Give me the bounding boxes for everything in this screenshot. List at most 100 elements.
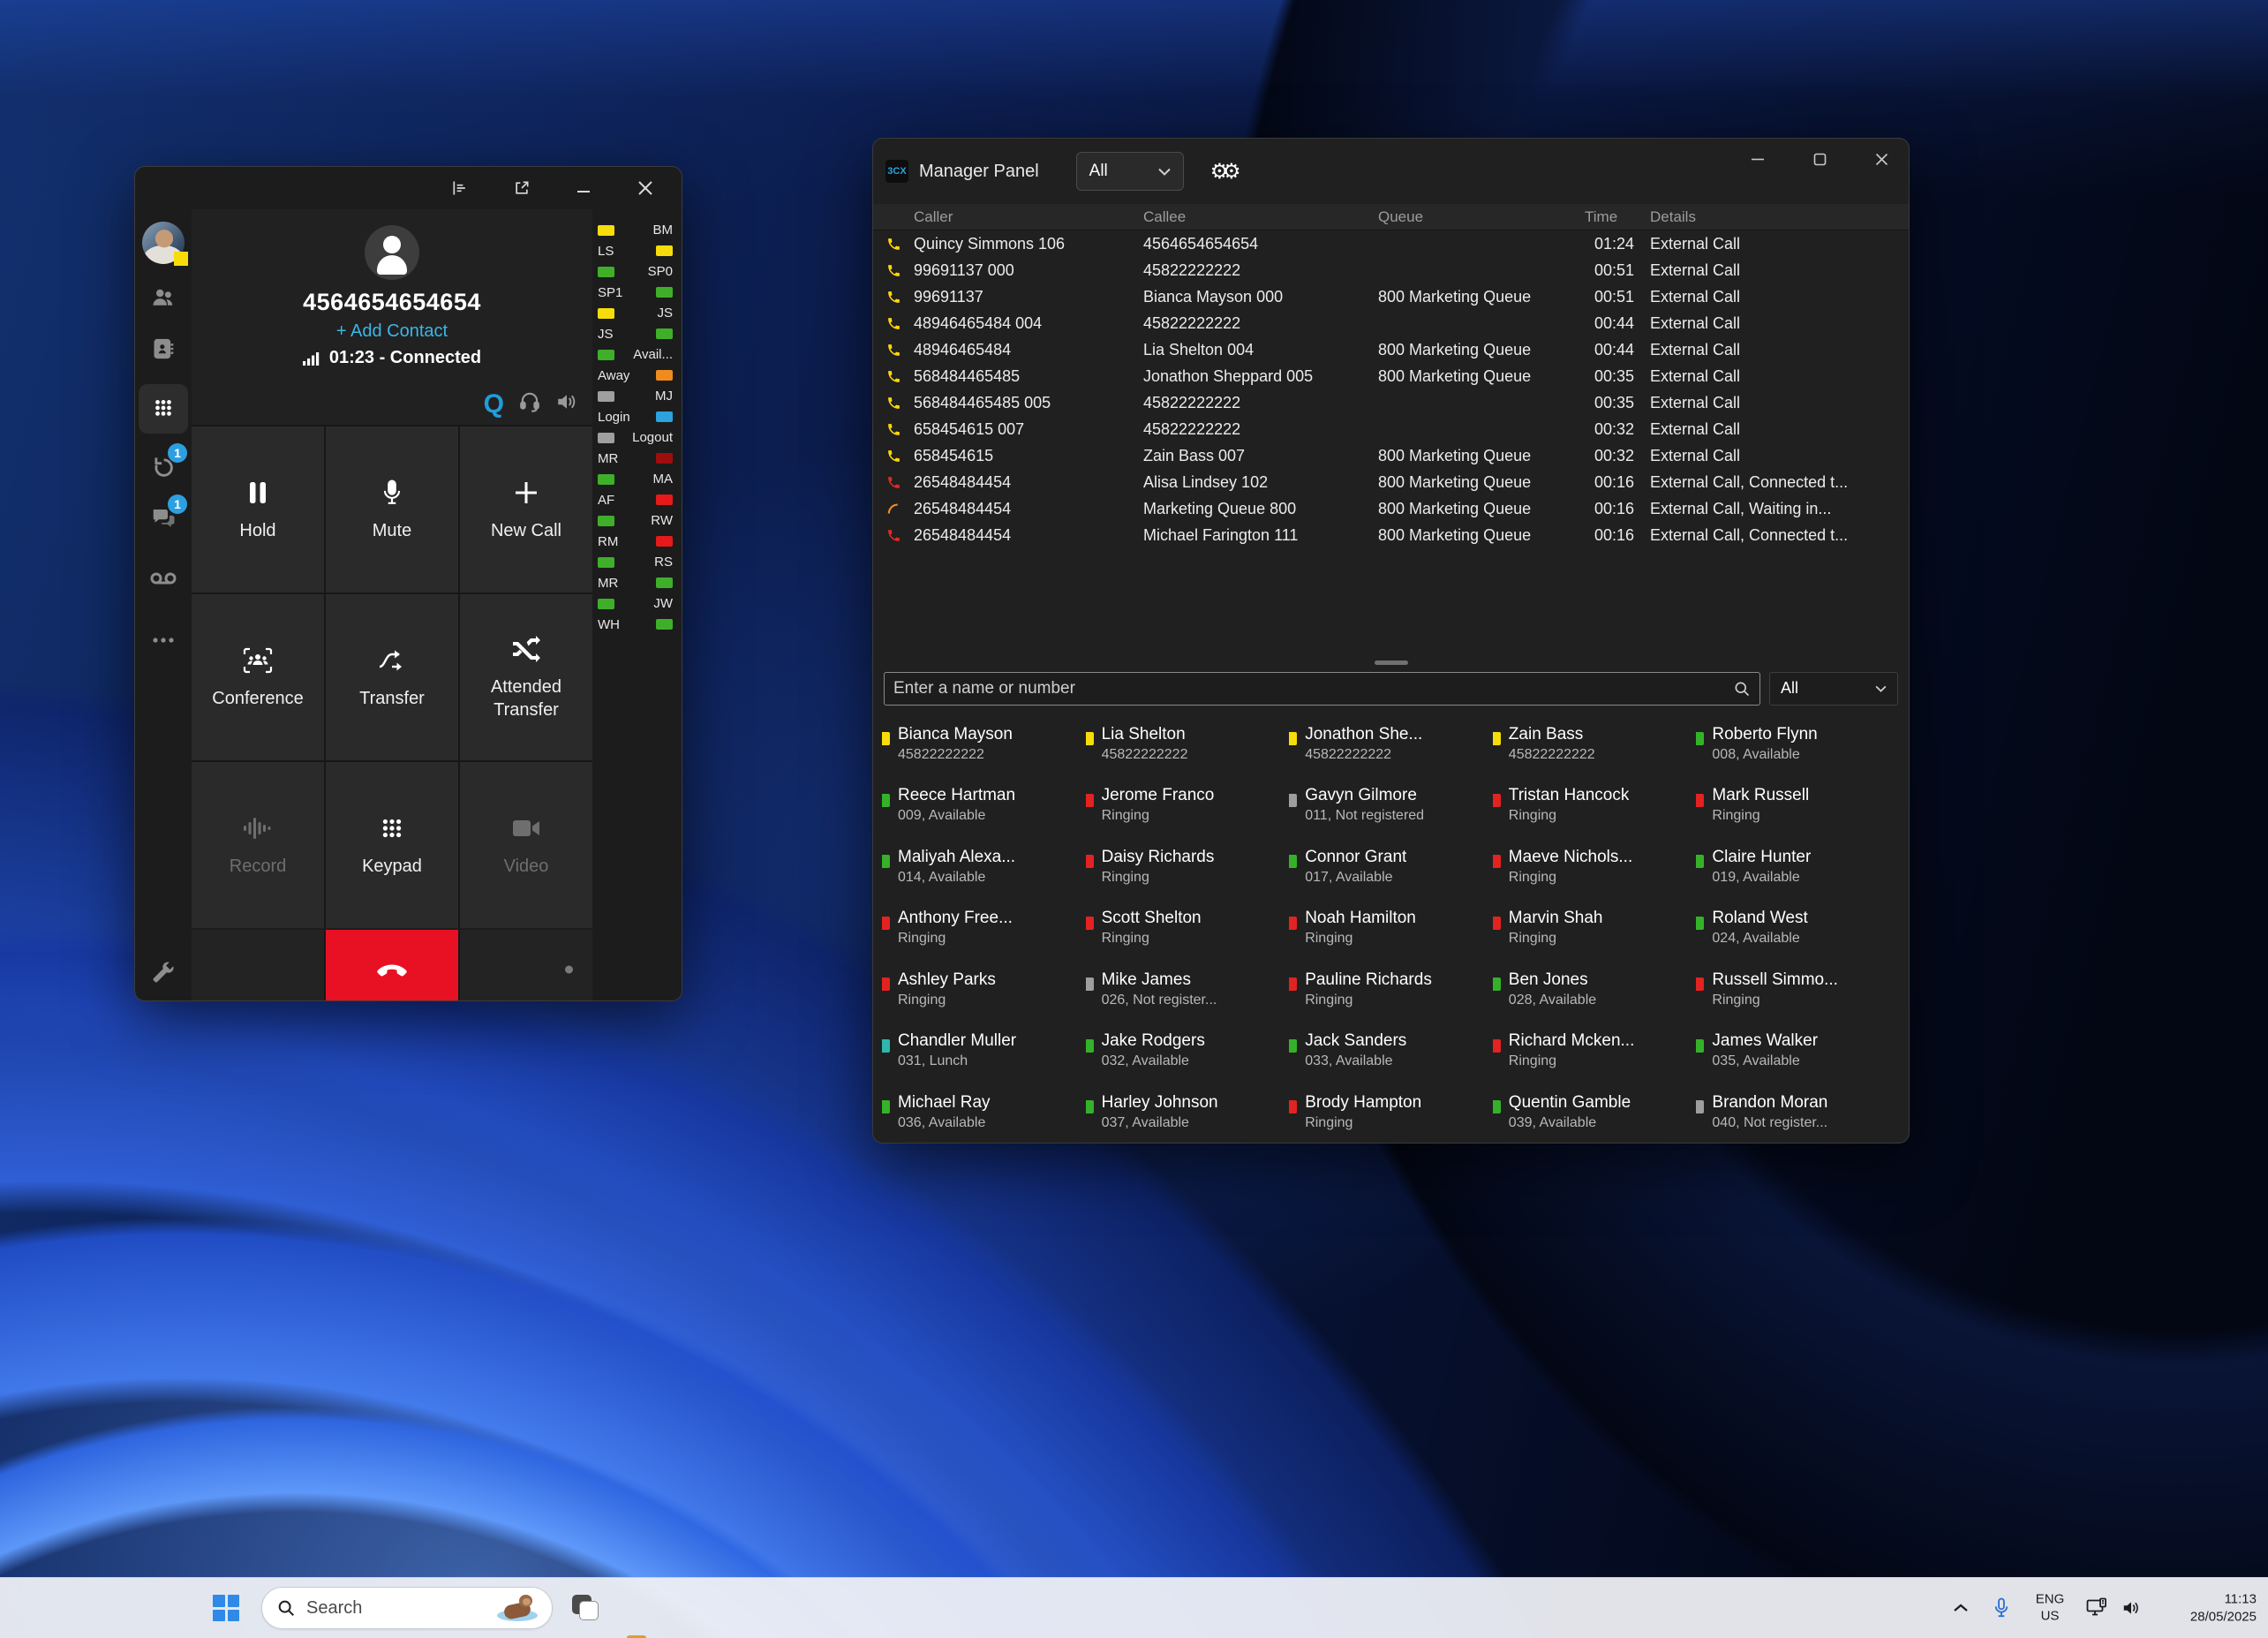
call-row[interactable]: 99691137 000 45822222222 00:51 External …	[873, 257, 1909, 283]
close-button[interactable]	[1870, 147, 1893, 170]
contact-card[interactable]: Roland West 024, Available	[1696, 897, 1900, 959]
video-button[interactable]: Video	[460, 762, 592, 928]
contact-card[interactable]: Ben Jones 028, Available	[1493, 959, 1697, 1021]
contact-card[interactable]: Claire Hunter 019, Available	[1696, 836, 1900, 898]
contact-card[interactable]: Jake Rodgers 032, Available	[1086, 1020, 1290, 1082]
contact-card[interactable]: Bianca Mayson 45822222222	[882, 713, 1086, 775]
contact-card[interactable]: Reece Hartman 009, Available	[882, 774, 1086, 836]
contact-card[interactable]: Quentin Gamble 039, Available	[1493, 1082, 1697, 1144]
contact-search-input[interactable]	[893, 679, 1733, 698]
contact-card[interactable]: James Walker 035, Available	[1696, 1020, 1900, 1082]
call-row[interactable]: 658454615 007 45822222222 00:32 External…	[873, 416, 1909, 442]
maximize-button[interactable]	[1808, 147, 1831, 170]
blf-entry[interactable]: Avail...	[598, 344, 673, 366]
contact-card[interactable]: Roberto Flynn 008, Available	[1696, 713, 1900, 775]
sidebar-item-more[interactable]	[146, 623, 181, 658]
calls-filter-dropdown[interactable]: All	[1076, 152, 1184, 191]
close-button[interactable]	[636, 178, 655, 198]
blf-entry[interactable]: RW	[598, 510, 673, 532]
call-row[interactable]: 26548484454 Marketing Queue 800 800 Mark…	[873, 495, 1909, 522]
blf-entry[interactable]: JW	[598, 593, 673, 615]
blf-entry[interactable]: Login	[598, 407, 673, 428]
contact-card[interactable]: Daisy Richards Ringing	[1086, 836, 1290, 898]
popout-icon[interactable]	[512, 178, 531, 198]
contact-card[interactable]: Tristan Hancock Ringing	[1493, 774, 1697, 836]
contact-card[interactable]: Richard Mcken... Ringing	[1493, 1020, 1697, 1082]
col-callee[interactable]: Callee	[1143, 208, 1378, 226]
contact-card[interactable]: Maliyah Alexa... 014, Available	[882, 836, 1086, 898]
blf-entry[interactable]: MR	[598, 449, 673, 470]
call-row[interactable]: 99691137 Bianca Mayson 000 800 Marketing…	[873, 283, 1909, 310]
contact-card[interactable]: Mark Russell Ringing	[1696, 774, 1900, 836]
attended-transfer-button[interactable]: Attended Transfer	[460, 594, 592, 760]
blf-entry[interactable]: Logout	[598, 427, 673, 449]
blf-entry[interactable]: BM	[598, 220, 673, 241]
contact-card[interactable]: Lia Shelton 45822222222	[1086, 713, 1290, 775]
contact-card[interactable]: Brandon Moran 040, Not register...	[1696, 1082, 1900, 1144]
tray-clock[interactable]: 11:13 28/05/2025	[2154, 1591, 2257, 1626]
blf-entry[interactable]: MJ	[598, 386, 673, 407]
call-row[interactable]: 568484465485 005 45822222222 00:35 Exter…	[873, 389, 1909, 416]
contact-card[interactable]: Pauline Richards Ringing	[1289, 959, 1493, 1021]
call-row[interactable]: Quincy Simmons 106 4564654654654 01:24 E…	[873, 230, 1909, 257]
keypad-button[interactable]: Keypad	[326, 762, 458, 928]
contact-card[interactable]: Harley Johnson 037, Available	[1086, 1082, 1290, 1144]
user-avatar[interactable]	[142, 222, 185, 264]
start-button[interactable]	[207, 1589, 245, 1627]
minimize-button[interactable]	[574, 178, 593, 198]
blf-entry[interactable]: JS	[598, 303, 673, 324]
call-row[interactable]: 26548484454 Alisa Lindsey 102 800 Market…	[873, 469, 1909, 495]
blf-entry[interactable]: LS	[598, 241, 673, 262]
contact-card[interactable]: Jerome Franco Ringing	[1086, 774, 1290, 836]
contact-card[interactable]: Marvin Shah Ringing	[1493, 897, 1697, 959]
tray-microphone-icon[interactable]	[1986, 1593, 2016, 1623]
call-stats-icon[interactable]	[450, 178, 470, 198]
mute-button[interactable]: Mute	[326, 426, 458, 593]
contact-card[interactable]: Chandler Muller 031, Lunch	[882, 1020, 1086, 1082]
task-view-button[interactable]	[565, 1588, 606, 1628]
call-row[interactable]: 48946465484 004 45822222222 00:44 Extern…	[873, 310, 1909, 336]
contact-card[interactable]: Scott Shelton Ringing	[1086, 897, 1290, 959]
sidebar-item-voicemail[interactable]	[146, 561, 181, 596]
col-queue[interactable]: Queue	[1378, 208, 1585, 226]
tray-overflow-chevron[interactable]	[1946, 1593, 1976, 1623]
col-details[interactable]: Details	[1641, 208, 1909, 226]
col-caller[interactable]: Caller	[914, 208, 1143, 226]
sidebar-item-chat[interactable]: 1	[146, 501, 181, 536]
blf-entry[interactable]: WH	[598, 615, 673, 636]
minimize-button[interactable]	[1746, 147, 1769, 170]
call-row[interactable]: 26548484454 Michael Farington 111 800 Ma…	[873, 522, 1909, 548]
tray-network-icon[interactable]	[2082, 1593, 2114, 1623]
call-row[interactable]: 658454615 Zain Bass 007 800 Marketing Qu…	[873, 442, 1909, 469]
add-contact-link[interactable]: + Add Contact	[336, 321, 448, 342]
taskbar-search[interactable]: Search	[261, 1587, 553, 1629]
contacts-filter-dropdown[interactable]: All	[1769, 672, 1898, 706]
call-row[interactable]: 568484465485 Jonathon Sheppard 005 800 M…	[873, 363, 1909, 389]
blf-entry[interactable]: SP1	[598, 283, 673, 304]
hangup-button[interactable]	[326, 930, 458, 1001]
blf-entry[interactable]: Away	[598, 366, 673, 387]
sidebar-item-dialpad-active[interactable]	[139, 384, 188, 434]
settings-gears-icon[interactable]: ⚙⚙	[1210, 159, 1234, 184]
settings-wrench-icon[interactable]	[146, 955, 181, 990]
contact-card[interactable]: Mike James 026, Not register...	[1086, 959, 1290, 1021]
blf-entry[interactable]: RS	[598, 552, 673, 573]
blf-entry[interactable]: RM	[598, 532, 673, 553]
contact-card[interactable]: Ashley Parks Ringing	[882, 959, 1086, 1021]
sidebar-item-history[interactable]: 1	[146, 449, 181, 485]
sidebar-item-contacts[interactable]	[146, 280, 181, 315]
contact-card[interactable]: Anthony Free... Ringing	[882, 897, 1086, 959]
headset-icon[interactable]	[518, 390, 541, 418]
blf-entry[interactable]: JS	[598, 324, 673, 345]
blf-entry[interactable]: MA	[598, 469, 673, 490]
splitter-handle[interactable]	[873, 657, 1909, 669]
contact-card[interactable]: Jonathon She... 45822222222	[1289, 713, 1493, 775]
conference-button[interactable]: Conference	[192, 594, 324, 760]
contact-card[interactable]: Gavyn Gilmore 011, Not registered	[1289, 774, 1493, 836]
col-time[interactable]: Time	[1585, 208, 1641, 226]
transfer-button[interactable]: Transfer	[326, 594, 458, 760]
call-quality-icon[interactable]: Q	[484, 391, 504, 418]
call-row[interactable]: 48946465484 Lia Shelton 004 800 Marketin…	[873, 336, 1909, 363]
file-explorer-button[interactable]	[623, 1628, 664, 1638]
sidebar-item-contact-book[interactable]	[146, 331, 181, 366]
